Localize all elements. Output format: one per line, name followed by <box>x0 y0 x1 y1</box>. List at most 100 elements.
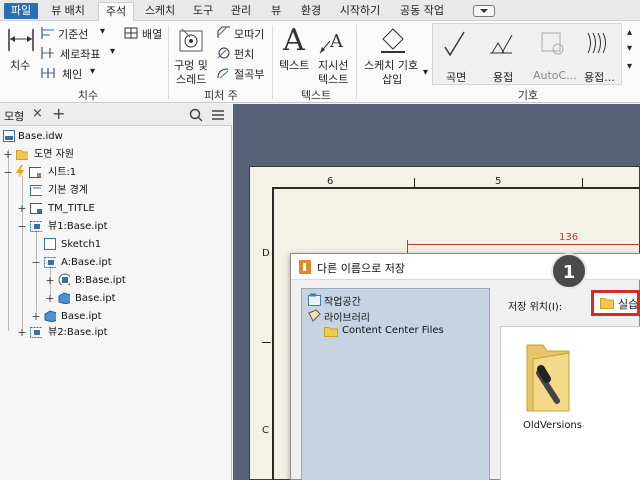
tree-item-label: 뷰2:Base.ipt <box>48 327 108 338</box>
chain-icon <box>41 68 55 78</box>
tree-item[interactable]: − 뷰1:Base.ipt <box>0 218 232 235</box>
weld-bead-button[interactable]: 용접... <box>584 69 615 85</box>
tab-tools[interactable]: 도구 <box>188 2 218 20</box>
tree-item[interactable]: + 뷰2:Base.ipt <box>0 324 232 341</box>
baseline-button[interactable]: 기준선 <box>58 26 88 42</box>
collapse-icon[interactable]: − <box>31 254 41 271</box>
file-list[interactable]: OldVersions <box>500 326 640 480</box>
text-icon[interactable]: A <box>283 23 305 58</box>
folder-name: OldVersions <box>523 420 582 431</box>
inventor-icon <box>299 260 311 274</box>
tree-item[interactable]: + TM_TITLE <box>0 200 232 217</box>
arrange-button[interactable]: 배열 <box>142 26 162 42</box>
sketch-symbol-icon[interactable] <box>378 27 408 53</box>
tree-item-label: Base.idw <box>18 131 63 142</box>
ribbon-separator <box>356 25 357 99</box>
tree-item[interactable]: − 시트:1 <box>0 164 232 181</box>
tab-overflow-button[interactable] <box>473 5 495 17</box>
surface-texture-icon[interactable] <box>442 29 470 57</box>
folder-item-oldversions[interactable] <box>519 339 583 415</box>
autocad-button[interactable]: AutoC... <box>533 69 577 82</box>
expand-icon[interactable]: + <box>45 272 55 289</box>
tab-annotate[interactable]: 주석 <box>98 2 134 22</box>
tab-get-started[interactable]: 시작하기 <box>334 2 386 20</box>
tab-manage[interactable]: 관리 <box>226 2 256 20</box>
tab-file[interactable]: 파일 <box>4 3 38 19</box>
section-view-icon <box>58 273 70 285</box>
sketch-icon <box>44 238 56 250</box>
autocad-block-icon[interactable] <box>538 29 566 57</box>
sketch-symbol-dropdown-icon[interactable]: ▾ <box>423 67 428 78</box>
dimension-button[interactable]: 치수 <box>10 57 30 73</box>
tree-item[interactable]: − A:Base.ipt <box>0 254 232 271</box>
leader-text-label-2[interactable]: 텍스트 <box>318 71 348 87</box>
tree-item[interactable]: + Base.ipt <box>0 290 232 307</box>
collapse-icon[interactable]: − <box>3 164 13 181</box>
tree-item[interactable]: Base.idw <box>0 128 232 145</box>
weld-bead-icon[interactable] <box>584 31 612 55</box>
gallery-expand-icon[interactable]: ▾ <box>627 61 632 72</box>
chain-button[interactable]: 체인 <box>62 66 82 82</box>
locations-pane[interactable]: 작업공간 라이브러리 Content Center Files <box>301 288 490 480</box>
tree-item[interactable]: + Base.ipt <box>0 308 232 325</box>
add-tab-icon[interactable]: + <box>52 104 65 123</box>
ribbon-separator <box>272 25 273 99</box>
lightning-icon <box>16 165 24 177</box>
chain-dropdown-icon[interactable]: ▾ <box>90 66 95 77</box>
text-group-label: 텍스트 <box>300 89 332 102</box>
ordinate-button[interactable]: 세로좌표 <box>60 46 100 62</box>
bend-button[interactable]: 절곡부 <box>234 66 264 82</box>
view-icon <box>30 221 42 232</box>
collapse-icon[interactable]: − <box>17 218 27 235</box>
arrange-icon <box>124 27 138 39</box>
chamfer-button[interactable]: 모따기 <box>234 26 264 42</box>
dimension-value[interactable]: 136 <box>559 232 578 243</box>
text-button[interactable]: 텍스트 <box>279 57 309 73</box>
library-icon <box>308 309 321 322</box>
baseline-icon <box>41 27 54 39</box>
expand-icon[interactable]: + <box>17 324 27 341</box>
ordinate-dropdown-icon[interactable]: ▾ <box>110 46 115 57</box>
weld-button[interactable]: 용접 <box>493 69 513 85</box>
tree-item[interactable]: 기본 경계 <box>0 182 232 199</box>
expand-icon[interactable]: + <box>31 308 41 325</box>
expand-icon[interactable]: + <box>3 146 13 163</box>
tree-item[interactable]: + B:Base.ipt <box>0 272 232 289</box>
hole-thread-icon[interactable] <box>178 27 208 53</box>
sketch-symbol-label-2[interactable]: 삽입 <box>382 71 402 87</box>
browser-tab-model[interactable]: 모형 <box>4 108 24 124</box>
tree-item-label: 뷰1:Base.ipt <box>48 221 108 232</box>
leader-text-icon[interactable]: A <box>318 29 348 55</box>
punch-button[interactable]: 펀치 <box>234 46 254 62</box>
expand-icon[interactable]: + <box>45 290 55 307</box>
surface-button[interactable]: 곡면 <box>446 69 466 85</box>
punch-icon <box>217 47 230 59</box>
dimension-icon[interactable] <box>6 27 36 53</box>
tab-environment[interactable]: 환경 <box>296 2 326 20</box>
tab-view[interactable]: 뷰 <box>264 2 288 20</box>
tree-item[interactable]: + 도면 자원 <box>0 146 232 163</box>
baseline-dropdown-icon[interactable]: ▾ <box>100 26 105 37</box>
search-icon[interactable] <box>189 108 203 122</box>
folder-icon <box>324 327 338 337</box>
ribbon-panel: 치수 기준선 ▾ 세로좌표 ▾ 체인 ▾ 배열 치수 구멍 및 스레드 모따기 … <box>0 21 640 103</box>
feature-notes-group-label: 피처 주 <box>204 89 238 102</box>
tab-view-layout[interactable]: 뷰 배치 <box>44 2 92 20</box>
tree-item[interactable]: Sketch1 <box>0 236 232 253</box>
close-icon[interactable]: × <box>32 106 43 121</box>
menu-icon[interactable] <box>211 109 225 121</box>
chamfer-icon <box>217 26 230 38</box>
gallery-scroll-up-icon[interactable]: ▴ <box>627 27 632 38</box>
dialog-title-bar[interactable]: 다른 이름으로 저장 <box>291 254 640 280</box>
tree-item-label: Base.ipt <box>75 293 116 304</box>
save-location-label: 저장 위치(I): <box>508 302 563 313</box>
ribbon-tab-bar: 파일 뷰 배치 주석 스케치 도구 관리 뷰 환경 시작하기 공동 작업 <box>0 0 640 22</box>
tab-collaborate[interactable]: 공동 작업 <box>394 2 450 20</box>
welding-icon[interactable] <box>488 29 516 57</box>
expand-icon[interactable]: + <box>17 200 27 217</box>
hole-thread-label-2[interactable]: 스레드 <box>176 71 206 87</box>
drawing-icon <box>3 130 15 142</box>
save-location-dropdown[interactable]: 실습 <box>591 290 640 316</box>
gallery-scroll-down-icon[interactable]: ▾ <box>627 43 632 54</box>
tab-sketch[interactable]: 스케치 <box>140 2 180 20</box>
